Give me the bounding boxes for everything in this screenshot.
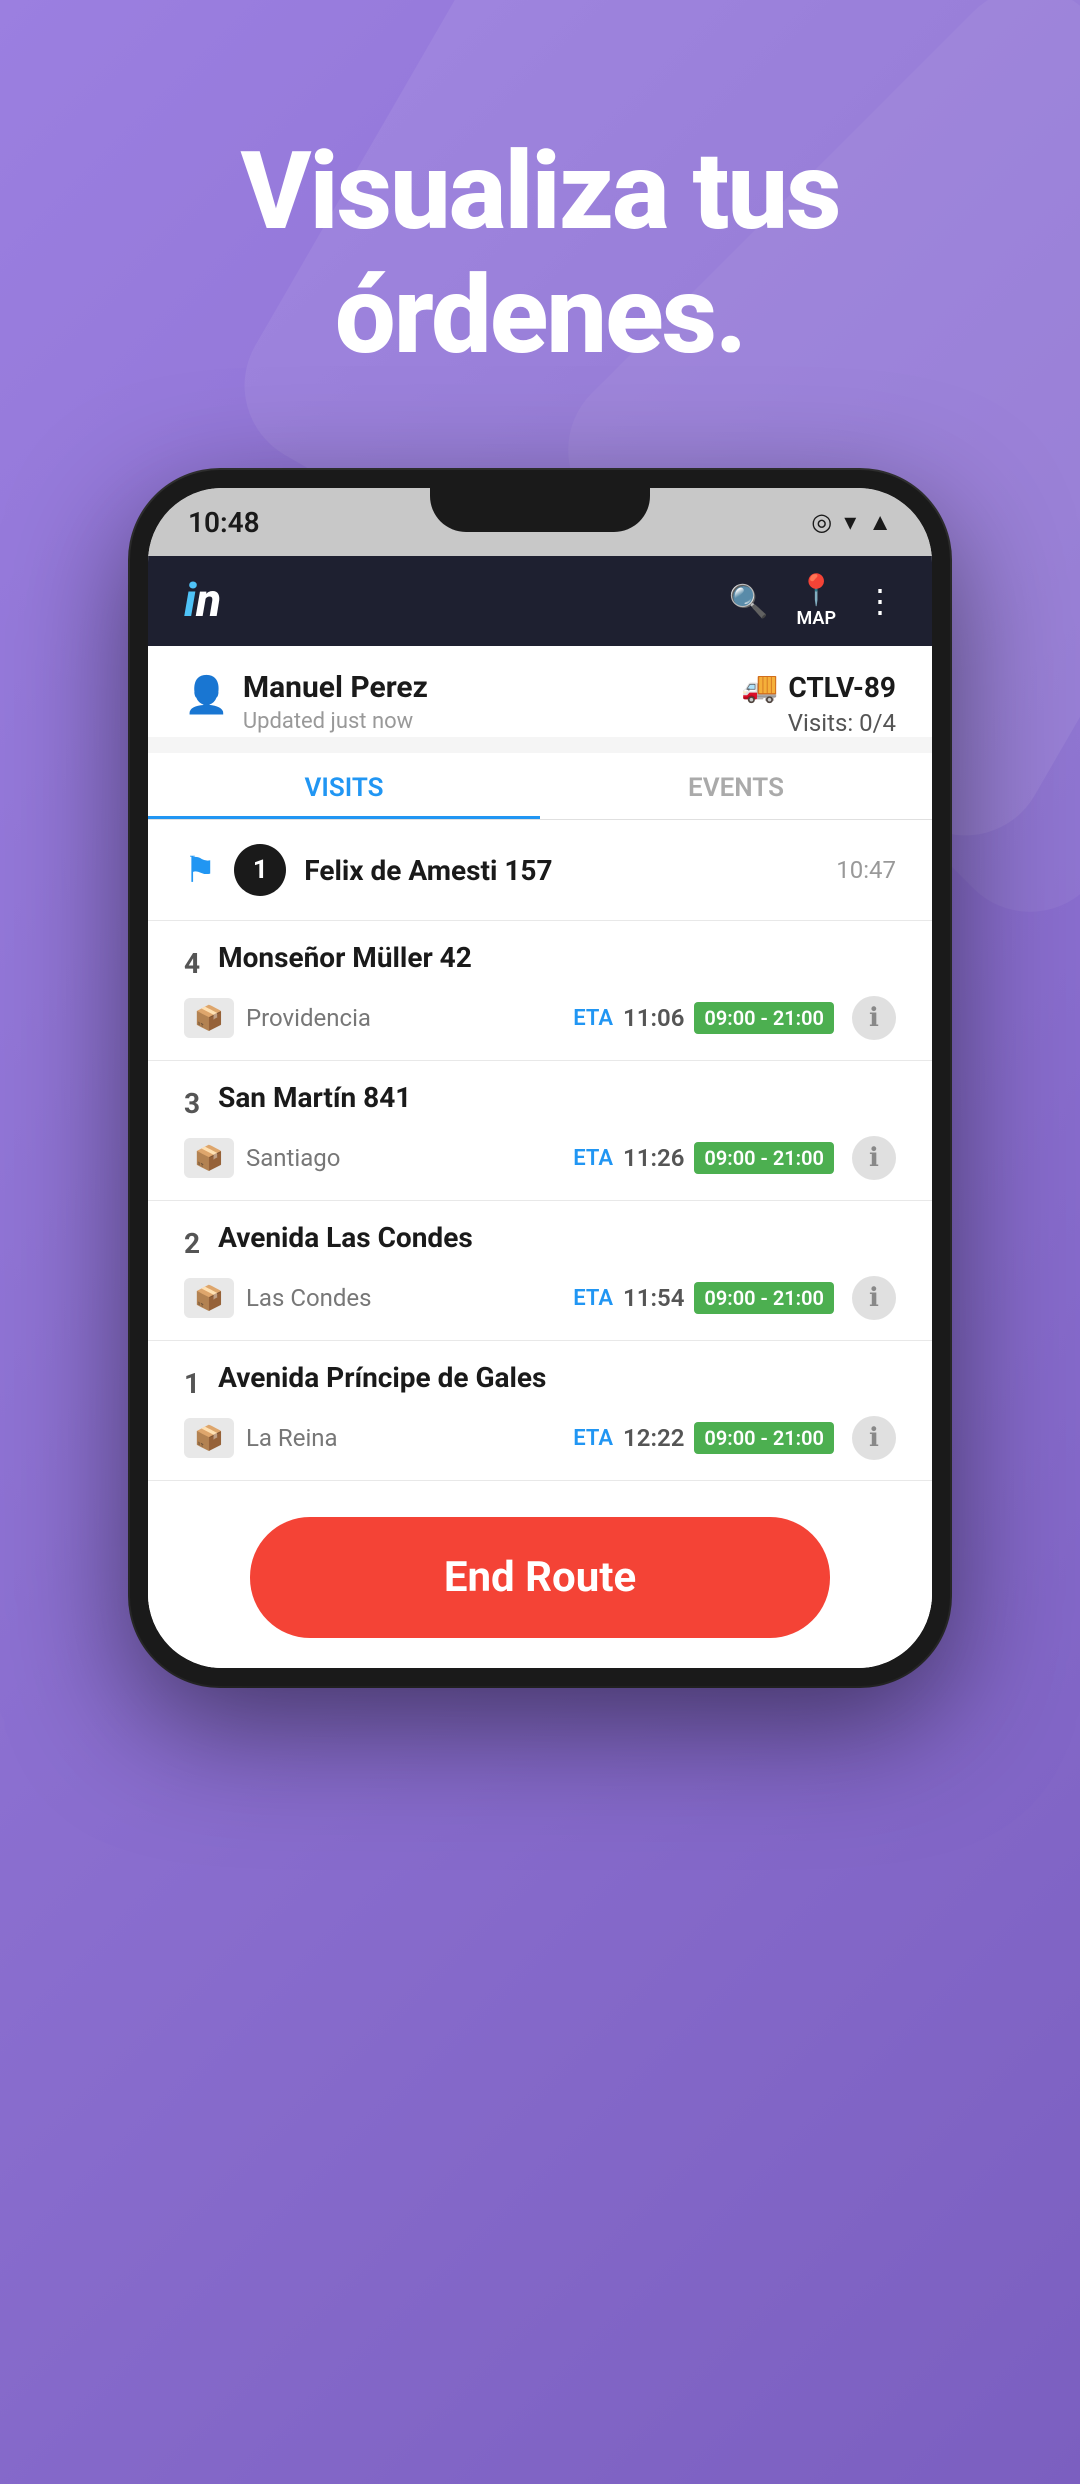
visit-eta-4: ETA 11:06 09:00 - 21:00 ℹ [573, 996, 896, 1040]
visit-address-4: Monseñor Müller 42 [218, 941, 472, 974]
package-icon-4: 📦 [184, 998, 234, 1038]
eta-time-2: 11:54 [623, 1284, 684, 1312]
eta-label-2: ETA [573, 1286, 613, 1311]
location-name-2: Las Condes [246, 1284, 372, 1312]
driver-left: 👤 Manuel Perez Updated just now [184, 670, 428, 734]
visit-location-3: 📦 Santiago [184, 1138, 340, 1178]
tab-events[interactable]: EVENTS [540, 753, 932, 819]
visit-address-2: Avenida Las Condes [218, 1221, 473, 1254]
status-bar: 10:48 ◎ ▾ ▲ [148, 488, 932, 556]
visit-details-2: 📦 Las Condes ETA 11:54 09:00 - 21:00 ℹ [184, 1276, 896, 1320]
visit-details-4: 📦 Providencia ETA 11:06 09:00 - 21:00 ℹ [184, 996, 896, 1040]
driver-name: Manuel Perez [243, 670, 428, 705]
location-name-3: Santiago [246, 1144, 340, 1172]
visit-number-2: 2 [184, 1227, 200, 1260]
info-btn-2[interactable]: ℹ [852, 1276, 896, 1320]
visit-number-3: 3 [184, 1087, 200, 1120]
flag-start-address: Felix de Amesti 157 [304, 854, 818, 887]
app-header: in 🔍 📍 MAP ⋮ [148, 556, 932, 646]
info-btn-4[interactable]: ℹ [852, 996, 896, 1040]
visit-address-1: Avenida Príncipe de Gales [218, 1361, 546, 1394]
driver-updated: Updated just now [243, 709, 428, 734]
map-pin-icon: 📍 [798, 573, 835, 608]
hero-line1: Visualiza tus [0, 130, 1080, 254]
visit-address-3: San Martín 841 [218, 1081, 411, 1114]
eta-window-1: 09:00 - 21:00 [694, 1422, 834, 1454]
package-icon-1: 📦 [184, 1418, 234, 1458]
status-icons: ◎ ▾ ▲ [811, 508, 892, 537]
flag-start-time: 10:47 [836, 856, 896, 884]
eta-window-2: 09:00 - 21:00 [694, 1282, 834, 1314]
phone-frame: 10:48 ◎ ▾ ▲ in 🔍 📍 MAP ⋮ [130, 470, 950, 1686]
eta-label-1: ETA [573, 1426, 613, 1451]
map-button[interactable]: 📍 MAP [797, 573, 836, 629]
location-name-4: Providencia [246, 1004, 371, 1032]
tabs: VISITS EVENTS [148, 753, 932, 820]
driver-avatar-icon: 👤 [184, 674, 229, 716]
visit-eta-2: ETA 11:54 09:00 - 21:00 ℹ [573, 1276, 896, 1320]
flag-start-badge: 1 [234, 844, 286, 896]
visit-item-1[interactable]: 1 Avenida Príncipe de Gales 📦 La Reina E… [148, 1341, 932, 1481]
hero-heading: Visualiza tus órdenes. [0, 130, 1080, 378]
visit-location-2: 📦 Las Condes [184, 1278, 372, 1318]
header-actions: 🔍 📍 MAP ⋮ [729, 573, 896, 629]
visit-details-1: 📦 La Reina ETA 12:22 09:00 - 21:00 ℹ [184, 1416, 896, 1460]
app-logo: in [184, 574, 221, 628]
phone-screen: 10:48 ◎ ▾ ▲ in 🔍 📍 MAP ⋮ [148, 488, 932, 1668]
package-icon-2: 📦 [184, 1278, 234, 1318]
location-icon: ◎ [811, 508, 832, 536]
vehicle-row: 🚚 CTLV-89 [741, 670, 896, 705]
phone-mockup: 10:48 ◎ ▾ ▲ in 🔍 📍 MAP ⋮ [130, 470, 950, 1686]
info-btn-1[interactable]: ℹ [852, 1416, 896, 1460]
driver-info: 👤 Manuel Perez Updated just now 🚚 CTLV-8… [148, 646, 932, 737]
visit-location-4: 📦 Providencia [184, 998, 371, 1038]
notch [430, 488, 650, 532]
hero-line2: órdenes. [0, 254, 1080, 378]
info-btn-3[interactable]: ℹ [852, 1136, 896, 1180]
eta-window-4: 09:00 - 21:00 [694, 1002, 834, 1034]
flag-start-icon: ⚑ [184, 849, 216, 891]
map-label: MAP [797, 608, 836, 629]
driver-details: Manuel Perez Updated just now [243, 670, 428, 734]
visit-details-3: 📦 Santiago ETA 11:26 09:00 - 21:00 ℹ [184, 1136, 896, 1180]
visit-number-1: 1 [184, 1367, 200, 1400]
vehicle-info: 🚚 CTLV-89 Visits: 0/4 [741, 670, 896, 737]
status-time: 10:48 [188, 506, 260, 539]
visit-eta-3: ETA 11:26 09:00 - 21:00 ℹ [573, 1136, 896, 1180]
vehicle-id: CTLV-89 [788, 671, 896, 704]
visit-number-4: 4 [184, 947, 200, 980]
visit-location-1: 📦 La Reina [184, 1418, 338, 1458]
flag-item-start[interactable]: ⚑ 1 Felix de Amesti 157 10:47 [148, 820, 932, 921]
truck-icon: 🚚 [741, 670, 778, 705]
visits-count: Visits: 0/4 [741, 709, 896, 737]
signal-icon: ▲ [868, 508, 892, 537]
eta-label-4: ETA [573, 1006, 613, 1031]
visit-eta-1: ETA 12:22 09:00 - 21:00 ℹ [573, 1416, 896, 1460]
end-route-container: End Route [148, 1497, 932, 1668]
end-route-button[interactable]: End Route [250, 1517, 830, 1638]
location-name-1: La Reina [246, 1424, 338, 1452]
eta-label-3: ETA [573, 1146, 613, 1171]
package-icon-3: 📦 [184, 1138, 234, 1178]
eta-time-3: 11:26 [623, 1144, 684, 1172]
wifi-icon: ▾ [844, 508, 856, 536]
more-options-icon[interactable]: ⋮ [864, 582, 896, 620]
eta-time-4: 11:06 [623, 1004, 684, 1032]
search-icon[interactable]: 🔍 [729, 582, 769, 620]
eta-window-3: 09:00 - 21:00 [694, 1142, 834, 1174]
visit-item-2[interactable]: 2 Avenida Las Condes 📦 Las Condes ETA 11… [148, 1201, 932, 1341]
visit-item-4[interactable]: 4 Monseñor Müller 42 📦 Providencia ETA 1… [148, 921, 932, 1061]
eta-time-1: 12:22 [623, 1424, 684, 1452]
tab-visits[interactable]: VISITS [148, 753, 540, 819]
visit-item-3[interactable]: 3 San Martín 841 📦 Santiago ETA 11:26 09… [148, 1061, 932, 1201]
